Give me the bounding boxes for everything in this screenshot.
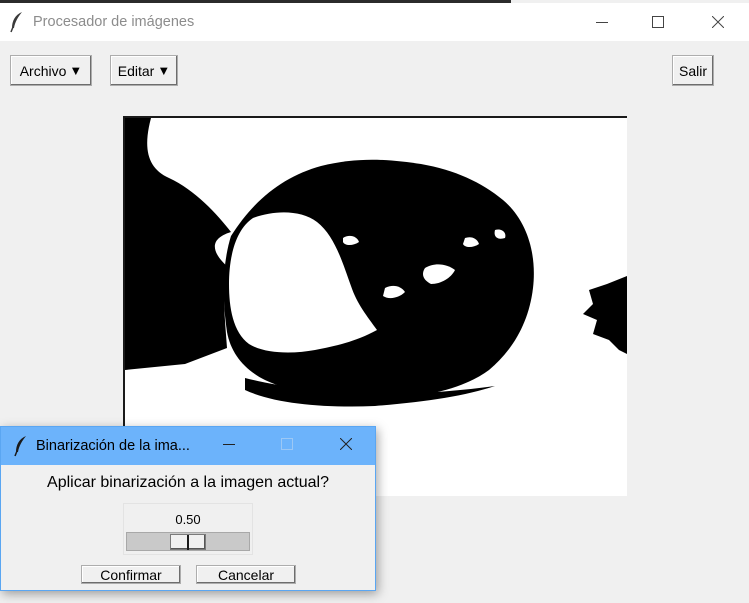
dropdown-arrow-icon: ▼ — [69, 63, 83, 78]
feather-icon — [13, 435, 29, 457]
cancelar-button[interactable]: Cancelar — [196, 565, 296, 584]
threshold-value-label: 0.50 — [175, 512, 201, 527]
dialog-title: Binarización de la ima... — [36, 438, 190, 454]
archivo-menu-button[interactable]: Archivo ▼ — [10, 55, 92, 86]
minimize-icon — [223, 437, 235, 455]
editar-menu-button[interactable]: Editar ▼ — [110, 55, 178, 86]
confirmar-button[interactable]: Confirmar — [81, 565, 181, 584]
maximize-icon — [281, 437, 293, 455]
feather-icon — [9, 11, 25, 33]
threshold-slider-trough[interactable] — [126, 532, 250, 551]
close-icon — [339, 437, 353, 455]
binarization-dialog: Binarización de la ima... Aplicar binari… — [0, 426, 376, 591]
dialog-message: Aplicar binarización a la imagen actual? — [47, 474, 329, 491]
dropdown-arrow-icon: ▼ — [157, 63, 171, 78]
maximize-button[interactable] — [630, 3, 686, 41]
salir-button[interactable]: Salir — [672, 55, 714, 86]
maximize-icon — [652, 16, 664, 28]
archivo-label: Archivo — [19, 62, 67, 79]
close-button[interactable] — [690, 3, 746, 41]
title-bar[interactable]: Procesador de imágenes — [0, 3, 749, 41]
minimize-button[interactable] — [574, 3, 630, 41]
confirmar-label: Confirmar — [100, 566, 162, 583]
salir-label: Salir — [678, 62, 707, 79]
slider-notch — [187, 535, 189, 550]
dialog-close-button[interactable] — [321, 427, 371, 465]
minimize-icon — [596, 16, 608, 28]
dialog-maximize-button[interactable] — [262, 427, 312, 465]
threshold-scale[interactable]: 0.50 — [123, 503, 253, 555]
editar-label: Editar — [117, 62, 155, 79]
dialog-minimize-button[interactable] — [204, 427, 254, 465]
dialog-title-bar[interactable]: Binarización de la ima... — [1, 427, 375, 465]
window-title: Procesador de imágenes — [33, 14, 195, 30]
close-icon — [712, 16, 724, 28]
threshold-slider-thumb[interactable] — [170, 534, 206, 550]
cancelar-label: Cancelar — [217, 566, 275, 583]
